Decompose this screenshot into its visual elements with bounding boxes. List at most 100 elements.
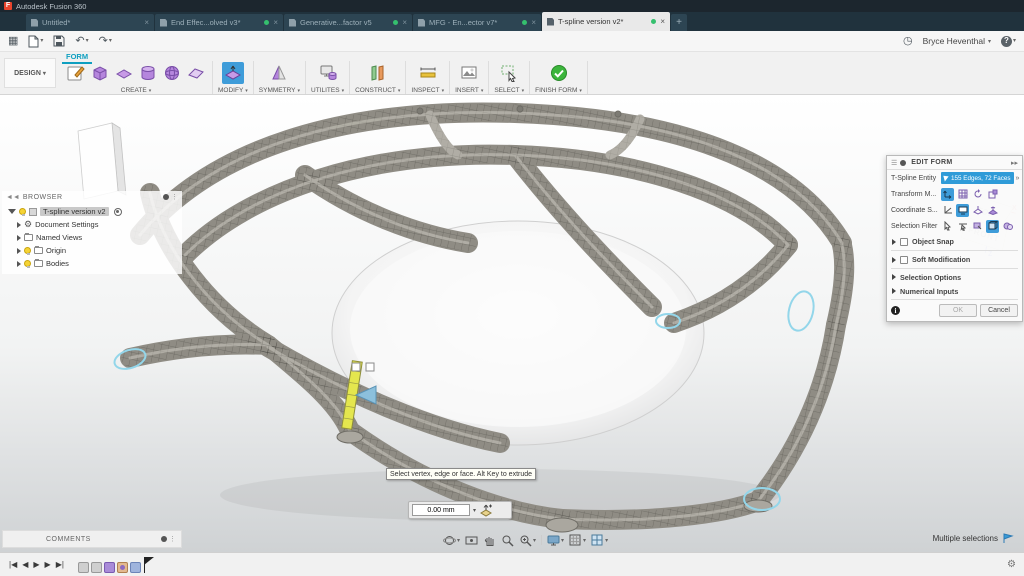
create-dropdown[interactable]: CREATE▾	[121, 87, 151, 94]
redo-button[interactable]: ↷ ▾	[99, 36, 112, 47]
model-viewport[interactable]: ◄◄ BROWSER ⋮ T-spline version v2 ⚙ Doc	[0, 95, 1024, 552]
filter-all-button[interactable]	[1001, 220, 1014, 233]
select-button[interactable]	[498, 62, 520, 84]
visibility-bulb-icon[interactable]	[24, 260, 31, 267]
play-button[interactable]: ▶	[32, 561, 40, 569]
soft-modification-checkbox[interactable]	[900, 256, 908, 264]
extrude-mode-icon[interactable]	[479, 504, 493, 517]
viewports-button[interactable]: ▾	[591, 534, 608, 547]
panel-options-icon[interactable]	[161, 536, 167, 542]
timeline-feature-sketch[interactable]	[117, 562, 128, 573]
filter-body-button[interactable]	[986, 220, 999, 233]
doc-tab-untitled[interactable]: Untitled* ×	[26, 14, 154, 31]
caret-icon[interactable]: ▾	[473, 507, 476, 514]
expand-icon[interactable]	[892, 288, 896, 294]
expand-icon[interactable]	[17, 261, 21, 267]
symmetry-dropdown[interactable]: SYMMETRY▾	[259, 87, 300, 94]
select-dropdown[interactable]: SELECT▾	[494, 87, 524, 94]
close-tab-icon[interactable]: ×	[402, 18, 407, 27]
create-cylinder-button[interactable]	[137, 62, 159, 84]
browser-item-bodies[interactable]: Bodies	[8, 257, 182, 270]
help-menu[interactable]: ? ▾	[1001, 36, 1016, 47]
create-plane-button[interactable]	[113, 62, 135, 84]
panel-menu-icon[interactable]: ⋮	[169, 535, 176, 543]
pop-out-icon[interactable]: ▸▸	[1011, 159, 1018, 167]
visibility-bulb-icon[interactable]	[19, 208, 26, 215]
selection-options-section[interactable]: Selection Options	[887, 270, 1022, 284]
timeline-feature-form-1[interactable]	[78, 562, 89, 573]
zoom-window-button[interactable]: ▾	[519, 534, 536, 547]
t-spline-model[interactable]	[0, 95, 1024, 552]
doc-tab-tspline-active[interactable]: T-spline version v2* ×	[542, 12, 670, 31]
create-sphere-button[interactable]	[161, 62, 183, 84]
timeline-feature-form-2[interactable]	[91, 562, 102, 573]
collapse-panel-icon[interactable]: ◄◄	[6, 194, 20, 201]
coordinate-world-button[interactable]	[941, 204, 954, 217]
symmetry-button[interactable]	[268, 62, 290, 84]
modify-dropdown[interactable]: MODIFY▾	[218, 87, 248, 94]
go-to-end-button[interactable]: ▶|	[55, 561, 65, 569]
transform-translate-button[interactable]	[941, 188, 954, 201]
edit-form-button[interactable]	[222, 62, 244, 84]
expand-icon[interactable]	[17, 248, 21, 254]
coordinate-view-button[interactable]	[956, 204, 969, 217]
panel-menu-icon[interactable]: ⋮	[171, 193, 178, 201]
undo-button[interactable]: ↶ ▾	[75, 36, 88, 47]
expand-icon[interactable]	[892, 274, 896, 280]
create-face-button[interactable]	[185, 62, 207, 84]
numerical-inputs-section[interactable]: Numerical Inputs	[887, 284, 1022, 298]
grid-and-snaps-button[interactable]: ▾	[569, 534, 586, 547]
entity-selection-chip[interactable]: 155 Edges, 72 Faces	[941, 172, 1014, 184]
timeline-playhead[interactable]	[144, 557, 145, 573]
file-menu-button[interactable]: ▾	[28, 35, 43, 48]
workspace-selector[interactable]: DESIGN ▾	[4, 58, 56, 88]
extrude-distance-input[interactable]	[412, 504, 470, 516]
dialog-header[interactable]: ☰ EDIT FORM ▸▸	[887, 156, 1022, 170]
expand-icon[interactable]	[892, 239, 896, 245]
step-back-button[interactable]: ◀	[21, 561, 29, 569]
filter-vertex-button[interactable]	[941, 220, 954, 233]
filter-face-button[interactable]	[971, 220, 984, 233]
doc-tab-generative[interactable]: Generative...factor v5 ×	[284, 14, 412, 31]
insert-dropdown[interactable]: INSERT▾	[455, 87, 483, 94]
coordinate-local-per-entity-button[interactable]	[986, 204, 999, 217]
expand-selection-icon[interactable]: »	[1016, 175, 1020, 182]
drag-grip-icon[interactable]: ☰	[891, 159, 897, 167]
utilities-button[interactable]	[317, 62, 339, 84]
user-account-menu[interactable]: Bryce Heventhal ▾	[923, 36, 991, 46]
finish-form-button[interactable]	[548, 62, 570, 84]
filter-edge-button[interactable]	[956, 220, 969, 233]
coordinate-local-button[interactable]	[971, 204, 984, 217]
soft-modification-toggle[interactable]: Soft Modification	[887, 252, 1022, 267]
timeline-feature-form-3[interactable]	[104, 562, 115, 573]
orbit-button[interactable]: ▾	[443, 534, 460, 547]
doc-tab-end-effector[interactable]: End Effec...olved v3* ×	[155, 14, 283, 31]
notification-flag-icon[interactable]	[1002, 533, 1014, 544]
transform-scale-button[interactable]	[986, 188, 999, 201]
comments-panel[interactable]: COMMENTS ⋮	[2, 530, 182, 548]
browser-item-origin[interactable]: Origin	[8, 244, 182, 257]
pan-button[interactable]	[483, 534, 496, 547]
inspect-dropdown[interactable]: INSPECT▾	[411, 87, 444, 94]
doc-tab-mfg[interactable]: MFG - En...ector v7* ×	[413, 14, 541, 31]
expand-icon[interactable]	[17, 235, 21, 241]
cancel-button[interactable]: Cancel	[980, 304, 1018, 317]
timeline-settings-gear-icon[interactable]: ⚙	[1007, 559, 1016, 570]
tab-form[interactable]: FORM	[62, 52, 92, 64]
job-status-clock-icon[interactable]: ◷	[903, 36, 913, 47]
construct-dropdown[interactable]: CONSTRUCT▾	[355, 87, 400, 94]
new-tab-button[interactable]: +	[671, 14, 687, 31]
zoom-button[interactable]	[501, 534, 514, 547]
transform-rotate-button[interactable]	[971, 188, 984, 201]
info-icon[interactable]: i	[891, 306, 900, 315]
expand-icon[interactable]	[17, 222, 21, 228]
display-settings-button[interactable]: ▾	[547, 534, 564, 547]
browser-header[interactable]: ◄◄ BROWSER ⋮	[2, 191, 182, 203]
close-tab-icon[interactable]: ×	[273, 18, 278, 27]
browser-root-row[interactable]: T-spline version v2	[8, 205, 182, 218]
browser-item-named-views[interactable]: Named Views	[8, 231, 182, 244]
close-tab-icon[interactable]: ×	[531, 18, 536, 27]
utilities-dropdown[interactable]: UTILITES▾	[311, 87, 344, 94]
browser-item-document-settings[interactable]: ⚙ Document Settings	[8, 218, 182, 231]
object-snap-toggle[interactable]: Object Snap	[887, 234, 1022, 249]
